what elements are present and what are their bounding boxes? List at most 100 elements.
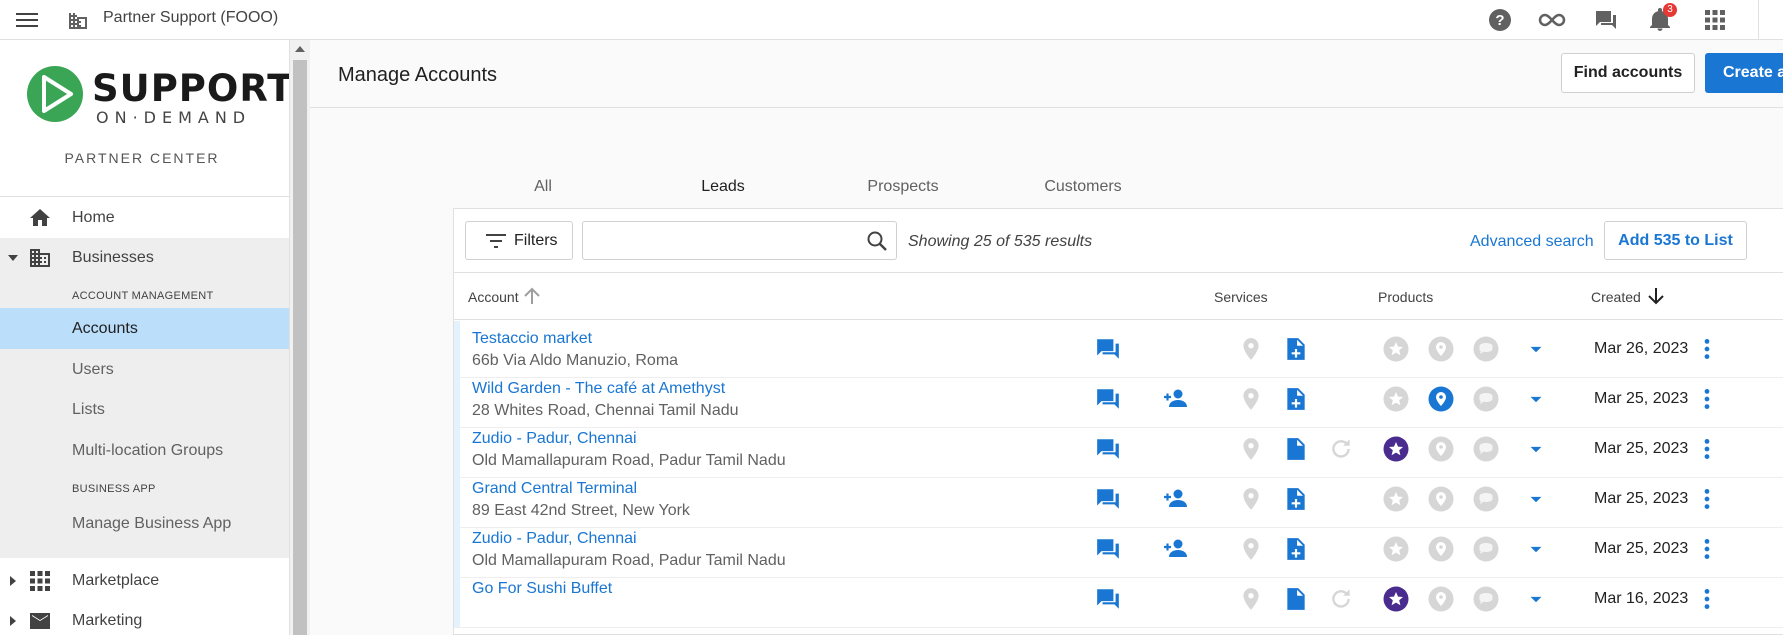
column-header-created[interactable]: Created bbox=[1591, 289, 1641, 305]
expand-products-icon[interactable] bbox=[1523, 486, 1549, 512]
location-pin-icon[interactable] bbox=[1238, 436, 1264, 462]
table-row[interactable]: Grand Central Terminal 89 East 42nd Stree… bbox=[454, 471, 1783, 528]
document-icon[interactable] bbox=[1283, 586, 1309, 612]
star-product-icon[interactable] bbox=[1383, 336, 1409, 362]
sort-up-icon[interactable] bbox=[522, 286, 542, 306]
more-options-icon[interactable] bbox=[1694, 386, 1720, 412]
document-icon[interactable] bbox=[1283, 436, 1309, 462]
chat-icon[interactable] bbox=[1095, 436, 1121, 462]
sidebar-item-users[interactable]: Users bbox=[0, 349, 289, 390]
sidebar-item-multi-location-groups[interactable]: Multi-location Groups bbox=[0, 430, 289, 471]
sidebar-item-marketplace[interactable]: Marketplace bbox=[0, 561, 289, 601]
listing-product-icon[interactable] bbox=[1428, 536, 1454, 562]
chat-product-icon[interactable] bbox=[1473, 586, 1499, 612]
table-row[interactable]: Go For Sushi Buffet Mar 16, 2023 bbox=[454, 571, 1783, 628]
listing-product-icon[interactable] bbox=[1428, 436, 1454, 462]
table-row[interactable]: Zudio - Padur, Chennai Old Mamallapuram R… bbox=[454, 421, 1783, 478]
location-pin-icon[interactable] bbox=[1238, 536, 1264, 562]
scrollbar-thumb[interactable] bbox=[293, 60, 307, 635]
add-document-icon[interactable] bbox=[1283, 486, 1309, 512]
add-document-icon[interactable] bbox=[1283, 336, 1309, 362]
help-icon[interactable]: ? bbox=[1486, 6, 1514, 34]
org-name[interactable]: Partner Support (FOOO) bbox=[103, 9, 278, 27]
column-header-products[interactable]: Products bbox=[1378, 289, 1433, 305]
sidebar-item-lists[interactable]: Lists bbox=[0, 389, 289, 430]
star-product-icon[interactable] bbox=[1383, 386, 1409, 412]
listing-product-icon[interactable] bbox=[1428, 586, 1454, 612]
add-to-list-button[interactable]: Add 535 to List bbox=[1604, 221, 1747, 260]
chat-product-icon[interactable] bbox=[1473, 486, 1499, 512]
table-row[interactable]: Testaccio market 66b Via Aldo Manuzio, Ro… bbox=[454, 321, 1783, 378]
search-field[interactable] bbox=[582, 221, 897, 260]
expand-products-icon[interactable] bbox=[1523, 586, 1549, 612]
chat-icon[interactable] bbox=[1095, 486, 1121, 512]
expand-products-icon[interactable] bbox=[1523, 386, 1549, 412]
star-product-icon[interactable] bbox=[1383, 436, 1409, 462]
caret-right-icon[interactable] bbox=[7, 615, 19, 627]
tab-prospects[interactable]: Prospects bbox=[813, 168, 993, 208]
sidebar-item-manage-business-app[interactable]: Manage Business App bbox=[0, 503, 289, 544]
expand-products-icon[interactable] bbox=[1523, 436, 1549, 462]
listing-product-icon[interactable] bbox=[1428, 336, 1454, 362]
filters-button[interactable]: Filters bbox=[465, 221, 573, 260]
menu-icon[interactable] bbox=[14, 8, 40, 32]
chat-product-icon[interactable] bbox=[1473, 536, 1499, 562]
advanced-search-link[interactable]: Advanced search bbox=[1470, 233, 1594, 251]
add-document-icon[interactable] bbox=[1283, 386, 1309, 412]
account-name-link[interactable]: Zudio - Padur, Chennai bbox=[472, 530, 637, 548]
add-person-icon[interactable] bbox=[1163, 386, 1189, 412]
column-header-account[interactable]: Account bbox=[468, 289, 519, 305]
chat-icon[interactable] bbox=[1095, 386, 1121, 412]
star-product-icon[interactable] bbox=[1383, 486, 1409, 512]
create-account-button[interactable]: Create a bbox=[1705, 53, 1783, 93]
chat-icon[interactable] bbox=[1095, 536, 1121, 562]
account-name-link[interactable]: Zudio - Padur, Chennai bbox=[472, 430, 637, 448]
location-pin-icon[interactable] bbox=[1238, 386, 1264, 412]
more-options-icon[interactable] bbox=[1694, 586, 1720, 612]
sidebar-item-businesses[interactable]: Businesses bbox=[0, 238, 289, 278]
location-pin-icon[interactable] bbox=[1238, 586, 1264, 612]
chat-icon[interactable] bbox=[1592, 6, 1620, 34]
find-accounts-button[interactable]: Find accounts bbox=[1561, 53, 1695, 93]
refresh-icon[interactable] bbox=[1328, 436, 1354, 462]
caret-right-icon[interactable] bbox=[7, 575, 19, 587]
more-options-icon[interactable] bbox=[1694, 436, 1720, 462]
brand-logo[interactable]: SUPPORT ON·DEMAND bbox=[26, 64, 289, 134]
star-product-icon[interactable] bbox=[1383, 536, 1409, 562]
listing-product-icon[interactable] bbox=[1428, 486, 1454, 512]
account-name-link[interactable]: Testaccio market bbox=[472, 330, 592, 348]
chat-icon[interactable] bbox=[1095, 586, 1121, 612]
add-person-icon[interactable] bbox=[1163, 536, 1189, 562]
expand-products-icon[interactable] bbox=[1523, 336, 1549, 362]
more-options-icon[interactable] bbox=[1694, 486, 1720, 512]
chat-product-icon[interactable] bbox=[1473, 386, 1499, 412]
bell-icon[interactable]: 3 bbox=[1646, 3, 1677, 34]
chat-icon[interactable] bbox=[1095, 336, 1121, 362]
account-name-link[interactable]: Wild Garden - The café at Amethyst bbox=[472, 380, 725, 398]
location-pin-icon[interactable] bbox=[1238, 486, 1264, 512]
search-input[interactable] bbox=[591, 228, 851, 254]
table-row[interactable]: Wild Garden - The café at Amethyst 28 Whi… bbox=[454, 371, 1783, 428]
sidebar-item-accounts[interactable]: Accounts bbox=[0, 308, 289, 349]
chat-product-icon[interactable] bbox=[1473, 436, 1499, 462]
sidebar-item-marketing[interactable]: Marketing bbox=[0, 601, 289, 635]
add-person-icon[interactable] bbox=[1163, 486, 1189, 512]
apps-grid-icon[interactable] bbox=[1701, 6, 1729, 34]
caret-down-icon[interactable] bbox=[7, 252, 19, 264]
sort-down-icon[interactable] bbox=[1646, 286, 1666, 306]
search-icon[interactable] bbox=[865, 229, 889, 253]
column-header-services[interactable]: Services bbox=[1214, 289, 1268, 305]
more-options-icon[interactable] bbox=[1694, 536, 1720, 562]
more-options-icon[interactable] bbox=[1694, 336, 1720, 362]
refresh-icon[interactable] bbox=[1328, 586, 1354, 612]
sidebar-scrollbar[interactable] bbox=[290, 40, 310, 635]
listing-product-icon[interactable] bbox=[1428, 386, 1454, 412]
table-row[interactable]: Zudio - Padur, Chennai Old Mamallapuram R… bbox=[454, 521, 1783, 578]
chat-product-icon[interactable] bbox=[1473, 336, 1499, 362]
add-document-icon[interactable] bbox=[1283, 536, 1309, 562]
expand-products-icon[interactable] bbox=[1523, 536, 1549, 562]
tab-all[interactable]: All bbox=[453, 168, 633, 208]
location-pin-icon[interactable] bbox=[1238, 336, 1264, 362]
scroll-up-icon[interactable] bbox=[295, 46, 305, 52]
account-name-link[interactable]: Grand Central Terminal bbox=[472, 480, 637, 498]
